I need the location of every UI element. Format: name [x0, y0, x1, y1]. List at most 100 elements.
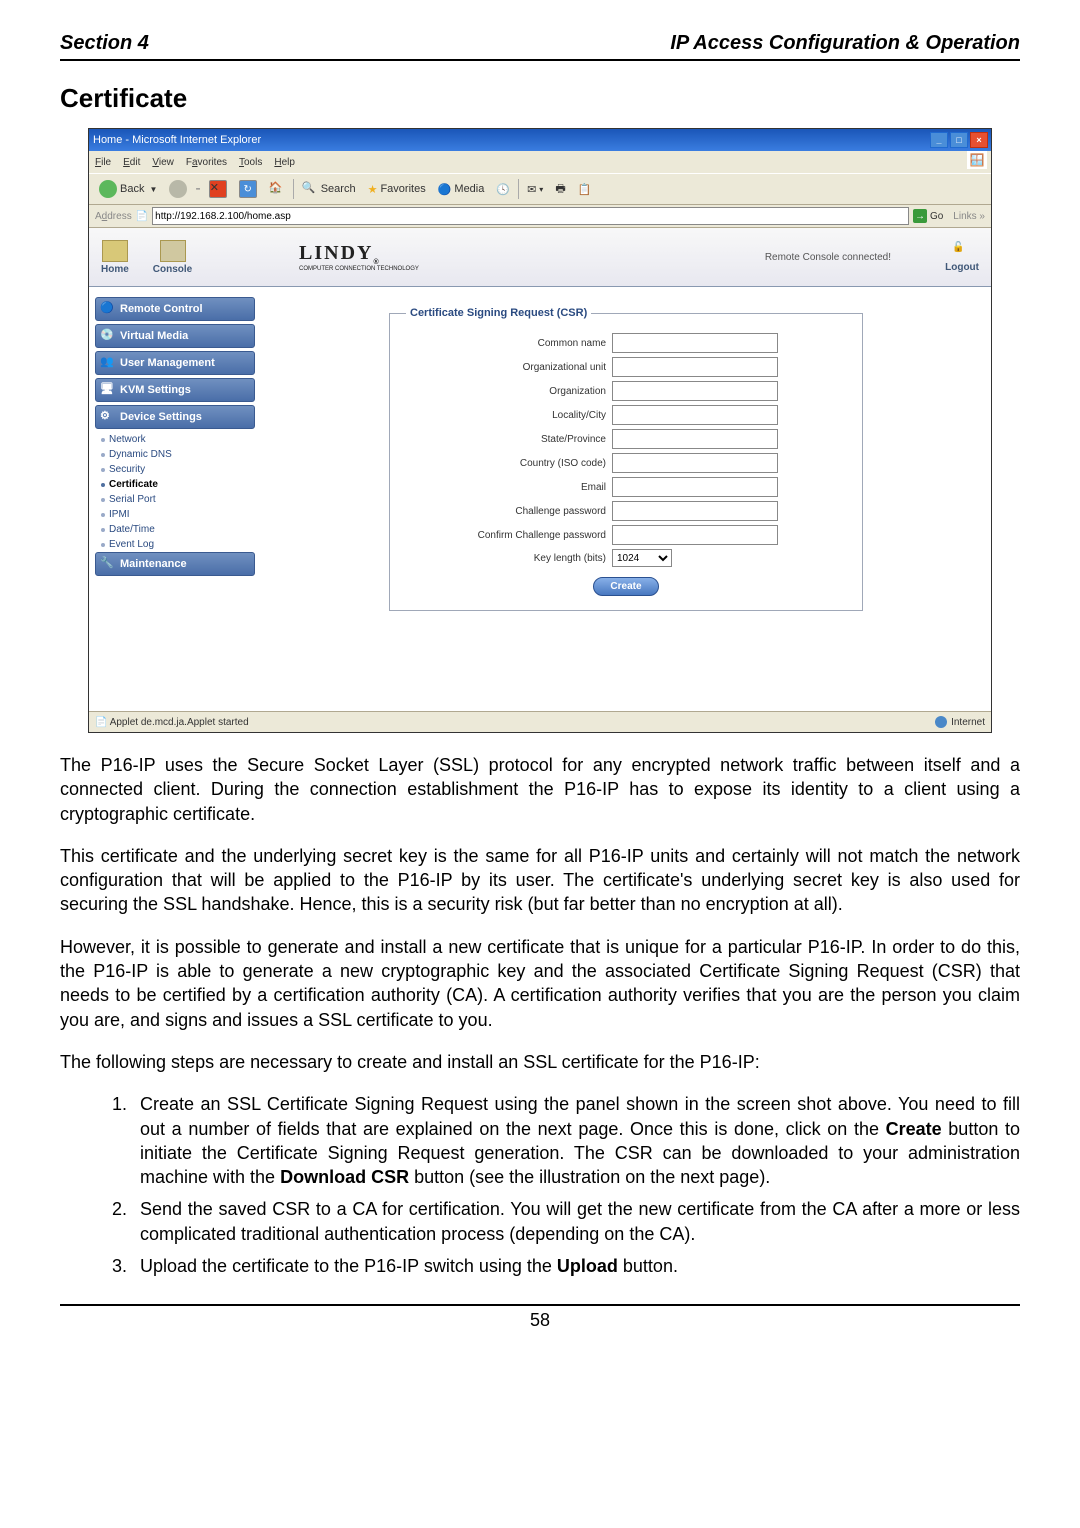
create-button[interactable]: Create: [593, 577, 658, 596]
input-email[interactable]: [612, 477, 778, 497]
history-icon: 🕓: [496, 183, 510, 196]
console-status: Remote Console connected!: [765, 252, 891, 263]
input-country[interactable]: [612, 453, 778, 473]
sidebar-sub-date-time[interactable]: Date/Time: [95, 522, 255, 537]
maintenance-icon: 🔧: [100, 556, 116, 572]
links-label[interactable]: Links »: [953, 211, 985, 222]
menu-edit[interactable]: Edit: [123, 157, 140, 168]
paragraph-4: The following steps are necessary to cre…: [60, 1050, 1020, 1074]
refresh-button[interactable]: ↻: [235, 178, 261, 200]
menu-favorites[interactable]: Favorites: [186, 157, 227, 168]
paragraph-1: The P16-IP uses the Secure Socket Layer …: [60, 753, 1020, 826]
media-icon: 🔵: [438, 183, 452, 196]
close-button[interactable]: ×: [970, 132, 988, 148]
sidebar-maintenance[interactable]: 🔧Maintenance: [95, 552, 255, 576]
address-label: Address: [95, 211, 132, 222]
ie-statusbar: 📄 Applet de.mcd.ja.Applet started Intern…: [89, 711, 991, 732]
sidebar-user-management[interactable]: 👥User Management: [95, 351, 255, 375]
url-input[interactable]: [152, 207, 909, 225]
search-button[interactable]: 🔍Search: [298, 179, 360, 199]
input-challenge[interactable]: [612, 501, 778, 521]
input-locality[interactable]: [612, 405, 778, 425]
select-keylen[interactable]: 1024: [612, 549, 672, 567]
ie-menubar: File Edit View Favorites Tools Help: [89, 151, 991, 173]
label-state: State/Province: [406, 434, 612, 445]
label-country: Country (ISO code): [406, 458, 612, 469]
step-1: Create an SSL Certificate Signing Reques…: [132, 1092, 1020, 1189]
maximize-button[interactable]: □: [950, 132, 968, 148]
sidebar-sub-certificate[interactable]: Certificate: [95, 477, 255, 492]
sidebar-sub-serial-port[interactable]: Serial Port: [95, 492, 255, 507]
window-title: Home - Microsoft Internet Explorer: [93, 134, 261, 146]
mail-icon: ✉: [527, 183, 536, 196]
sidebar-device-settings[interactable]: ⚙Device Settings: [95, 405, 255, 429]
home-link[interactable]: Home: [101, 240, 129, 275]
input-org-unit[interactable]: [612, 357, 778, 377]
history-button[interactable]: 🕓: [492, 181, 514, 198]
media-button[interactable]: 🔵Media: [434, 181, 489, 198]
csr-legend: Certificate Signing Request (CSR): [406, 307, 591, 319]
favorites-button[interactable]: ★Favorites: [364, 181, 430, 198]
sidebar-remote-control[interactable]: 🔵Remote Control: [95, 297, 255, 321]
csr-fieldset: Certificate Signing Request (CSR) Common…: [389, 307, 863, 611]
menu-file[interactable]: File: [95, 157, 111, 168]
page-heading-right: IP Access Configuration & Operation: [670, 32, 1020, 55]
status-text: Applet de.mcd.ja.Applet started: [110, 717, 249, 728]
input-confirm[interactable]: [612, 525, 778, 545]
label-org: Organization: [406, 386, 612, 397]
input-state[interactable]: [612, 429, 778, 449]
sidebar-sub-dynamic-dns[interactable]: Dynamic DNS: [95, 447, 255, 462]
print-icon: 🖶: [555, 180, 565, 199]
kvm-header: Home Console LINDY®COMPUTER CONNECTION T…: [89, 228, 991, 287]
mail-button[interactable]: ✉▾: [523, 181, 547, 198]
menu-help[interactable]: Help: [274, 157, 295, 168]
sidebar-sub-event-log[interactable]: Event Log: [95, 537, 255, 552]
sidebar-kvm-settings[interactable]: 🖥KVM Settings: [95, 378, 255, 402]
ie-page-icon: 📄: [136, 211, 148, 222]
go-button[interactable]: →Go: [913, 209, 943, 223]
refresh-icon: ↻: [239, 180, 257, 198]
search-icon: 🔍: [302, 181, 318, 197]
stop-button[interactable]: ✕: [205, 178, 231, 200]
console-link[interactable]: Console: [153, 240, 192, 275]
home-button[interactable]: 🏠: [265, 179, 289, 199]
sidebar-virtual-media[interactable]: 💿Virtual Media: [95, 324, 255, 348]
sidebar: 🔵Remote Control 💿Virtual Media 👥User Man…: [89, 287, 261, 711]
virtual-media-icon: 💿: [100, 328, 116, 344]
main-content: Certificate Signing Request (CSR) Common…: [261, 287, 991, 711]
input-common-name[interactable]: [612, 333, 778, 353]
ie-toolbar: Back▼ - ✕ ↻ 🏠 🔍Search ★Favorites 🔵Media …: [89, 173, 991, 205]
forward-button[interactable]: [165, 178, 191, 200]
steps-list: Create an SSL Certificate Signing Reques…: [60, 1092, 1020, 1278]
brand-logo: LINDY®COMPUTER CONNECTION TECHNOLOGY: [299, 242, 419, 272]
sidebar-sub-network[interactable]: Network: [95, 432, 255, 447]
ie-addressbar: Address 📄 →Go Links »: [89, 205, 991, 228]
forward-icon: [169, 180, 187, 198]
kvm-settings-icon: 🖥: [100, 382, 116, 398]
go-icon: →: [913, 209, 927, 223]
discuss-button[interactable]: 📋: [574, 181, 596, 198]
logout-icon: 🔓: [952, 242, 972, 260]
logout-link[interactable]: 🔓Logout: [945, 242, 979, 273]
label-locality: Locality/City: [406, 410, 612, 421]
menu-view[interactable]: View: [152, 157, 174, 168]
ie-titlebar: Home - Microsoft Internet Explorer _ □ ×: [89, 129, 991, 151]
label-challenge: Challenge password: [406, 506, 612, 517]
input-org[interactable]: [612, 381, 778, 401]
console-link-icon: [160, 240, 186, 262]
globe-icon: [935, 716, 947, 728]
print-button[interactable]: 🖶: [551, 178, 569, 201]
menu-tools[interactable]: Tools: [239, 157, 262, 168]
sidebar-sub-security[interactable]: Security: [95, 462, 255, 477]
user-management-icon: 👥: [100, 355, 116, 371]
label-email: Email: [406, 482, 612, 493]
star-icon: ★: [368, 183, 378, 196]
minimize-button[interactable]: _: [930, 132, 948, 148]
home-link-icon: [102, 240, 128, 262]
sidebar-sub-ipmi[interactable]: IPMI: [95, 507, 255, 522]
back-button[interactable]: Back▼: [95, 178, 161, 200]
device-settings-icon: ⚙: [100, 409, 116, 425]
label-keylen: Key length (bits): [406, 553, 612, 564]
step-2: Send the saved CSR to a CA for certifica…: [132, 1197, 1020, 1246]
page-title: Certificate: [60, 83, 1020, 114]
